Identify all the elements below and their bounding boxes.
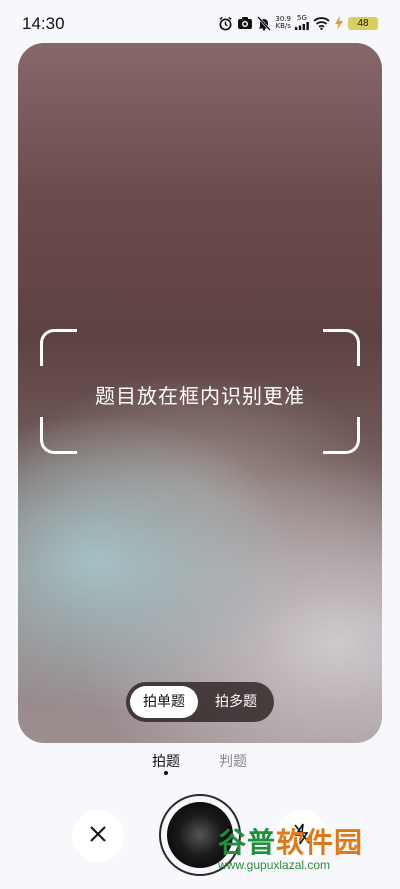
network-speed-unit: KB/s xyxy=(275,22,291,30)
scan-hint: 题目放在框内识别更准 xyxy=(95,384,305,408)
frame-corner-top-left xyxy=(40,329,77,366)
tab-photo[interactable]: 拍题 xyxy=(152,751,180,771)
network-type: 5G xyxy=(295,13,309,32)
frame-corner-bottom-left xyxy=(40,417,77,454)
wifi-icon xyxy=(313,16,330,30)
tab-judge[interactable]: 判题 xyxy=(219,751,247,771)
battery-icon: 48 xyxy=(348,16,378,30)
active-tab-indicator xyxy=(164,771,168,775)
frame-corner-top-right xyxy=(323,329,360,366)
status-time: 14:30 xyxy=(22,14,65,33)
alarm-icon xyxy=(218,16,233,31)
camera-viewfinder[interactable]: 题目放在框内识别更准 拍单题 拍多题 xyxy=(18,43,382,743)
mode-toggle: 拍单题 拍多题 xyxy=(126,682,274,722)
signal-icon xyxy=(295,21,309,32)
frame-corner-bottom-right xyxy=(323,417,360,454)
watermark-brand-part1: 谷普 xyxy=(218,826,277,859)
battery-level: 48 xyxy=(357,17,369,29)
mode-multi-button[interactable]: 拍多题 xyxy=(202,686,270,718)
watermark: 谷普软件园 www.gupuxlazal.com xyxy=(218,828,363,873)
status-bar: 14:30 30.9 KB/s 5G 48 xyxy=(0,0,400,44)
bottom-tabs: 拍题 判题 xyxy=(0,751,400,781)
mute-icon xyxy=(257,15,272,31)
network-speed: 30.9 KB/s xyxy=(275,16,291,30)
camera-icon xyxy=(237,16,253,30)
close-button[interactable] xyxy=(72,810,124,862)
status-icons: 30.9 KB/s 5G 48 xyxy=(218,13,378,32)
network-type-label: 5G xyxy=(297,13,307,22)
mode-single-button[interactable]: 拍单题 xyxy=(130,686,198,718)
watermark-brand: 谷普软件园 xyxy=(218,828,363,858)
charging-icon xyxy=(334,16,344,30)
watermark-url: www.gupuxlazal.com xyxy=(218,858,331,872)
close-icon xyxy=(89,825,107,847)
watermark-brand-part2: 软件园 xyxy=(276,826,364,859)
